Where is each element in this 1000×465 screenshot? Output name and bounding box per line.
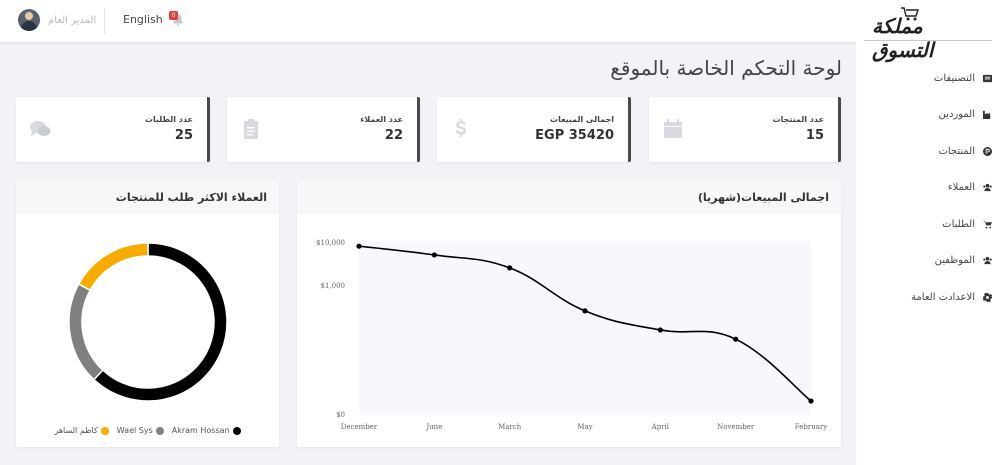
chart-legend: Akram Hossan Wael Sys كاظم الساهر <box>16 426 279 435</box>
sales-line-chart: $10,000 $1,000 $0 December June March May April… <box>316 239 827 431</box>
page-title: لوحة التحكم الخاصة بالموقع <box>610 56 842 80</box>
sidebar-item-categories[interactable]: التصنيفات <box>856 60 1000 97</box>
legend-label: كاظم الساهر <box>54 426 98 435</box>
sidebar-item-label: الموردين <box>938 109 975 121</box>
data-point[interactable] <box>733 336 739 342</box>
stat-card-customers[interactable]: عدد العملاء 22 <box>227 97 420 162</box>
header-divider <box>104 8 105 34</box>
sidebar-item-customers[interactable]: العملاء <box>856 170 1000 207</box>
logo-divider <box>864 40 992 41</box>
gear-icon <box>983 292 992 302</box>
x-tick-label: April <box>651 423 670 431</box>
sidebar-item-label: الاعدادت العامة <box>911 291 975 303</box>
x-tick-label: December <box>341 423 378 431</box>
customers-chart-panel: العملاء الاكثر طلب للمنتجات Akram Hossan… <box>16 180 279 447</box>
data-point[interactable] <box>507 265 513 271</box>
legend-swatch <box>155 426 164 435</box>
avatar[interactable] <box>18 9 40 31</box>
users-icon <box>983 183 992 192</box>
list-icon <box>983 74 992 83</box>
stat-value: 22 <box>384 128 403 143</box>
logo[interactable]: مملكة التسوق <box>872 4 992 62</box>
sidebar-item-products[interactable]: المنتجات <box>856 133 1000 170</box>
doughnut-slice[interactable] <box>68 282 104 381</box>
legend-swatch <box>100 426 109 435</box>
sidebar-item-label: التصنيفات <box>933 72 975 84</box>
data-point[interactable] <box>582 308 588 314</box>
stat-value: 25 <box>174 128 193 143</box>
calendar-icon <box>662 118 684 140</box>
sidebar-item-label: الموظفين <box>934 255 975 267</box>
sidebar-item-employees[interactable]: الموظفين <box>856 243 1000 280</box>
data-point[interactable] <box>431 252 437 258</box>
stat-label: عدد العملاء <box>360 115 403 124</box>
sidebar-nav: التصنيفات الموردين المنتجات العملاء الطل… <box>856 60 1000 316</box>
x-tick-label: March <box>498 423 522 431</box>
legend-item[interactable]: Akram Hossan <box>172 426 241 435</box>
doughnut-slice[interactable] <box>92 242 228 402</box>
cart-icon <box>983 220 992 229</box>
notification-badge: 0 <box>169 11 178 20</box>
x-tick-label: June <box>425 423 442 431</box>
top-header: المدير العام English 0 <box>0 0 856 42</box>
user-menu[interactable]: المدير العام <box>18 9 96 31</box>
industry-icon <box>983 110 992 120</box>
sidebar-item-label: الطلبات <box>942 218 975 230</box>
sidebar-item-orders[interactable]: الطلبات <box>856 206 1000 243</box>
clipboard-icon <box>240 118 262 140</box>
x-tick-label: February <box>795 423 827 431</box>
x-tick-label: May <box>577 423 592 431</box>
stat-label: اجمالى المبيعات <box>550 115 614 124</box>
x-tick-label: November <box>717 423 755 431</box>
stat-value: 15 <box>805 128 824 143</box>
sidebar-item-label: العملاء <box>947 182 975 194</box>
customers-doughnut-chart <box>68 242 228 402</box>
stat-card-products[interactable]: عدد المنتجات 15 <box>649 97 841 162</box>
sidebar-item-label: المنتجات <box>938 145 975 157</box>
comments-icon <box>29 118 51 140</box>
stat-label: عدد الطلبات <box>144 115 193 124</box>
language-switch[interactable]: English <box>123 13 163 26</box>
product-hunt-icon <box>983 146 992 156</box>
legend-item[interactable]: كاظم الساهر <box>54 426 109 435</box>
data-point[interactable] <box>657 327 663 333</box>
cart-logo-icon <box>901 7 919 21</box>
dollar-icon <box>450 118 472 140</box>
stat-label: عدد المنتجات <box>772 115 824 124</box>
stat-card-orders[interactable]: عدد الطلبات 25 <box>16 97 210 162</box>
stat-card-sales[interactable]: اجمالى المبيعات EGP 35420 <box>437 97 631 162</box>
logo-text: مملكة التسوق <box>872 14 934 62</box>
y-tick-label: $0 <box>336 411 345 419</box>
stat-value: EGP 35420 <box>535 128 614 143</box>
sidebar: مملكة التسوق التصنيفات الموردين المنتجات… <box>856 0 1000 465</box>
legend-label: Akram Hossan <box>171 426 230 435</box>
doughnut-slice[interactable] <box>77 242 149 292</box>
y-tick-label: $1,000 <box>321 282 346 290</box>
legend-label: Wael Sys <box>116 426 153 435</box>
user-name[interactable]: المدير العام <box>48 15 96 26</box>
legend-swatch <box>232 426 241 435</box>
y-tick-label: $10,000 <box>316 239 345 247</box>
plot-area <box>359 242 811 414</box>
sidebar-item-suppliers[interactable]: الموردين <box>856 97 1000 134</box>
data-point[interactable] <box>808 398 814 404</box>
sales-chart-panel: اجمالى المبيعات(شهريا) $10,000 $1,000 $0 De… <box>297 180 841 447</box>
legend-item[interactable]: Wael Sys <box>117 426 164 435</box>
sidebar-item-settings[interactable]: الاعدادت العامة <box>856 279 1000 316</box>
data-point[interactable] <box>356 243 362 249</box>
users-icon <box>983 256 992 265</box>
